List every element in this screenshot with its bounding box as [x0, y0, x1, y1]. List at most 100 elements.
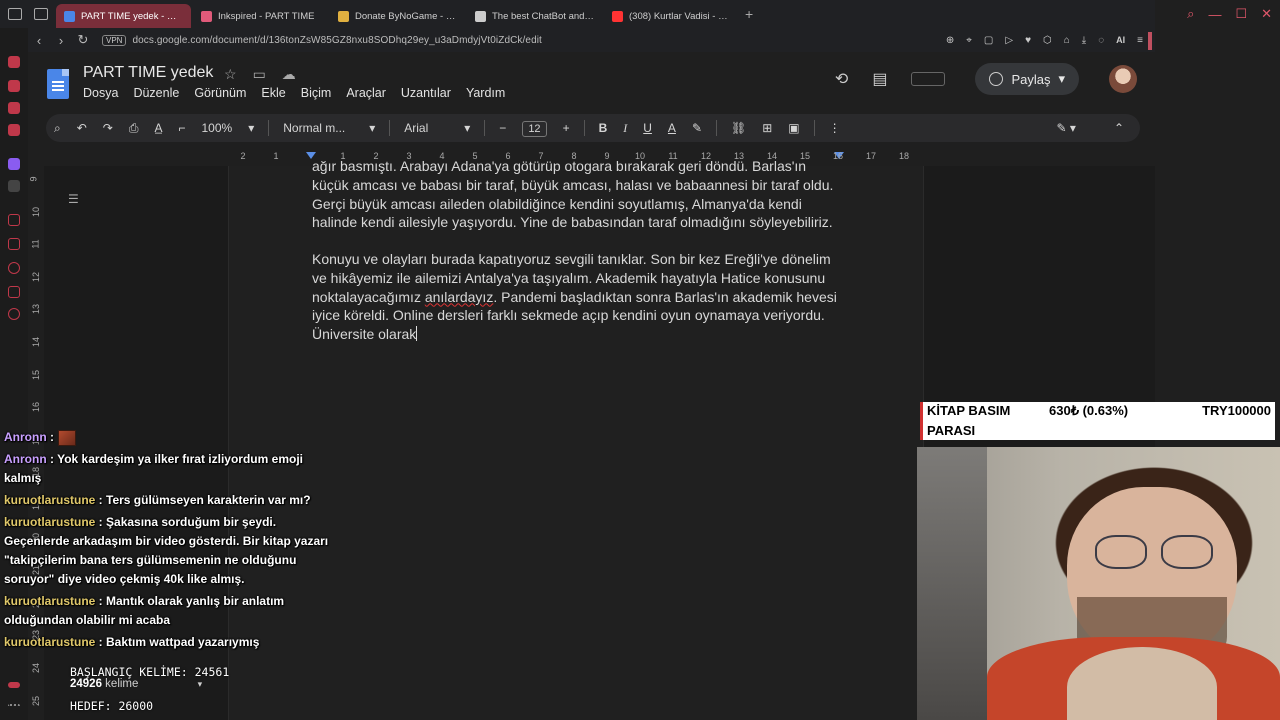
- menu-item[interactable]: Düzenle: [133, 86, 179, 100]
- menu-item[interactable]: Biçim: [301, 86, 332, 100]
- browser-tab[interactable]: Inkspired - PART TIME: [193, 4, 328, 28]
- paint-format-icon[interactable]: ⌐: [170, 121, 193, 135]
- increase-font-icon[interactable]: +: [555, 121, 578, 135]
- close-window-button[interactable]: ✕: [1261, 6, 1272, 22]
- zoom-select[interactable]: 100%: [194, 121, 241, 135]
- chat-username[interactable]: kuruotlarustune: [4, 635, 95, 649]
- sidebar-history-icon[interactable]: [8, 262, 20, 274]
- back-button[interactable]: ‹: [28, 33, 50, 48]
- ruler-tick-label: 24: [31, 662, 42, 674]
- style-select[interactable]: Normal m...: [275, 121, 361, 135]
- sidebar-opera-icon[interactable]: [8, 682, 20, 688]
- bold-button[interactable]: B: [591, 121, 616, 135]
- menu-icon[interactable]: ≡: [1137, 35, 1143, 46]
- link-icon[interactable]: ⛓: [723, 121, 754, 135]
- forward-button[interactable]: ›: [50, 33, 72, 48]
- redo-icon[interactable]: ↷: [95, 121, 121, 135]
- menu-item[interactable]: Ekle: [261, 86, 285, 100]
- sidebar-instagram-icon[interactable]: [8, 102, 20, 114]
- browser-tab[interactable]: (308) Kurtlar Vadisi - 64.B: [604, 4, 739, 28]
- sidebar-aria-icon[interactable]: [8, 80, 20, 92]
- search-icon[interactable]: ⌕: [1187, 6, 1194, 22]
- zoom-icon[interactable]: ⊕: [946, 35, 954, 46]
- search-menus-icon[interactable]: ⌕: [46, 121, 69, 136]
- undo-icon[interactable]: ↶: [69, 121, 95, 135]
- heart-icon[interactable]: ♥: [1025, 35, 1031, 46]
- menu-item[interactable]: Uzantılar: [401, 86, 451, 100]
- move-folder-icon[interactable]: ▭: [253, 66, 266, 83]
- tab-overview-icon[interactable]: [34, 8, 48, 20]
- editing-mode-icon[interactable]: ✎ ▾: [1049, 121, 1084, 135]
- browser-tab[interactable]: The best ChatBot and Wi: [467, 4, 602, 28]
- text-color-button[interactable]: A: [660, 121, 684, 135]
- spellcheck-icon[interactable]: A̲: [146, 121, 170, 135]
- menu-item[interactable]: Araçlar: [346, 86, 386, 100]
- maximize-button[interactable]: ☐: [1235, 6, 1247, 22]
- italic-button[interactable]: I: [615, 121, 635, 136]
- sidebar-app-icon[interactable]: [8, 56, 20, 68]
- sidebar-settings-icon[interactable]: [8, 308, 20, 320]
- comments-icon[interactable]: ▤: [872, 69, 887, 89]
- paragraph-2[interactable]: Konuyu ve olayları burada kapatıyoruz se…: [312, 250, 852, 344]
- decrease-font-icon[interactable]: −: [491, 121, 514, 135]
- pin-icon[interactable]: ⌖: [966, 35, 972, 46]
- paragraph-1[interactable]: ağır basmıştı. Arabayı Adana'ya götürüp …: [312, 157, 852, 232]
- download-icon[interactable]: ⤓: [1082, 35, 1086, 46]
- document-outline-icon[interactable]: ☰: [68, 192, 79, 206]
- sidebar-extensions-icon[interactable]: [8, 286, 20, 298]
- document-title[interactable]: PART TIME yedek: [83, 64, 213, 82]
- messenger-icon[interactable]: ◌: [1098, 35, 1104, 46]
- star-icon[interactable]: ☆: [224, 66, 237, 83]
- meet-button[interactable]: [911, 72, 946, 86]
- style-chevron-icon[interactable]: ▾: [361, 121, 383, 135]
- more-options-icon[interactable]: ⋮: [821, 121, 849, 135]
- snapshot-icon[interactable]: ▢: [984, 35, 993, 46]
- print-icon[interactable]: ⎙: [121, 121, 147, 136]
- version-history-icon[interactable]: ⟲: [835, 69, 848, 89]
- insert-image-icon[interactable]: ▣: [780, 121, 807, 135]
- font-select[interactable]: Arial: [396, 121, 456, 135]
- url-field[interactable]: docs.google.com/document/d/136tonZsW85GZ…: [132, 35, 541, 46]
- extensions-icon[interactable]: ⬡: [1043, 35, 1052, 46]
- browser-tab[interactable]: PART TIME yedek - Google: [56, 4, 191, 28]
- chat-username[interactable]: Anronn: [4, 430, 47, 444]
- donation-title-line2: PARASI: [927, 423, 976, 438]
- collapse-menus-icon[interactable]: ⌃: [1106, 121, 1132, 135]
- zoom-chevron-icon[interactable]: ▾: [240, 121, 262, 135]
- ai-button[interactable]: AI: [1116, 35, 1125, 45]
- wallet-icon[interactable]: ⌂: [1064, 35, 1070, 46]
- chat-username[interactable]: kuruotlarustune: [4, 515, 95, 529]
- browser-tab[interactable]: Donate ByNoGame - Gele: [330, 4, 465, 28]
- x-icon[interactable]: [8, 180, 20, 192]
- webcam-background: [917, 447, 987, 720]
- chat-username[interactable]: kuruotlarustune: [4, 594, 95, 608]
- font-size-input[interactable]: 12: [522, 121, 547, 137]
- new-tab-button[interactable]: +: [739, 6, 759, 22]
- sidebar-more-icon[interactable]: [8, 704, 20, 708]
- sidebar-pin-icon[interactable]: [8, 238, 20, 250]
- cloud-status-icon[interactable]: ☁: [282, 66, 296, 83]
- chat-username[interactable]: kuruotlarustune: [4, 493, 95, 507]
- chevron-down-icon[interactable]: ▾: [198, 679, 203, 689]
- docs-word-count[interactable]: 24926 kelime ▾: [70, 678, 202, 690]
- minimize-button[interactable]: —: [1208, 7, 1221, 22]
- spelling-error[interactable]: anılardayız: [425, 289, 493, 305]
- vpn-badge[interactable]: VPN: [102, 34, 127, 46]
- share-button[interactable]: Paylaş ▾: [975, 63, 1079, 95]
- sidebar-player-icon[interactable]: [8, 214, 20, 226]
- menu-item[interactable]: Dosya: [83, 86, 118, 100]
- menu-item[interactable]: Yardım: [466, 86, 505, 100]
- sidebar-messenger-icon[interactable]: [8, 124, 20, 136]
- workspace-icon[interactable]: [8, 8, 22, 20]
- underline-button[interactable]: U: [635, 121, 660, 135]
- menu-item[interactable]: Görünüm: [194, 86, 246, 100]
- twitch-icon[interactable]: [8, 158, 20, 170]
- font-chevron-icon[interactable]: ▾: [456, 121, 478, 135]
- reload-button[interactable]: ↻: [72, 32, 94, 48]
- avatar[interactable]: [1109, 65, 1137, 93]
- add-comment-icon[interactable]: ⊞: [754, 121, 780, 135]
- chat-username[interactable]: Anronn: [4, 452, 47, 466]
- player-icon[interactable]: ▷: [1005, 35, 1013, 46]
- docs-logo-icon[interactable]: [47, 69, 69, 99]
- highlight-icon[interactable]: ✎: [684, 121, 710, 135]
